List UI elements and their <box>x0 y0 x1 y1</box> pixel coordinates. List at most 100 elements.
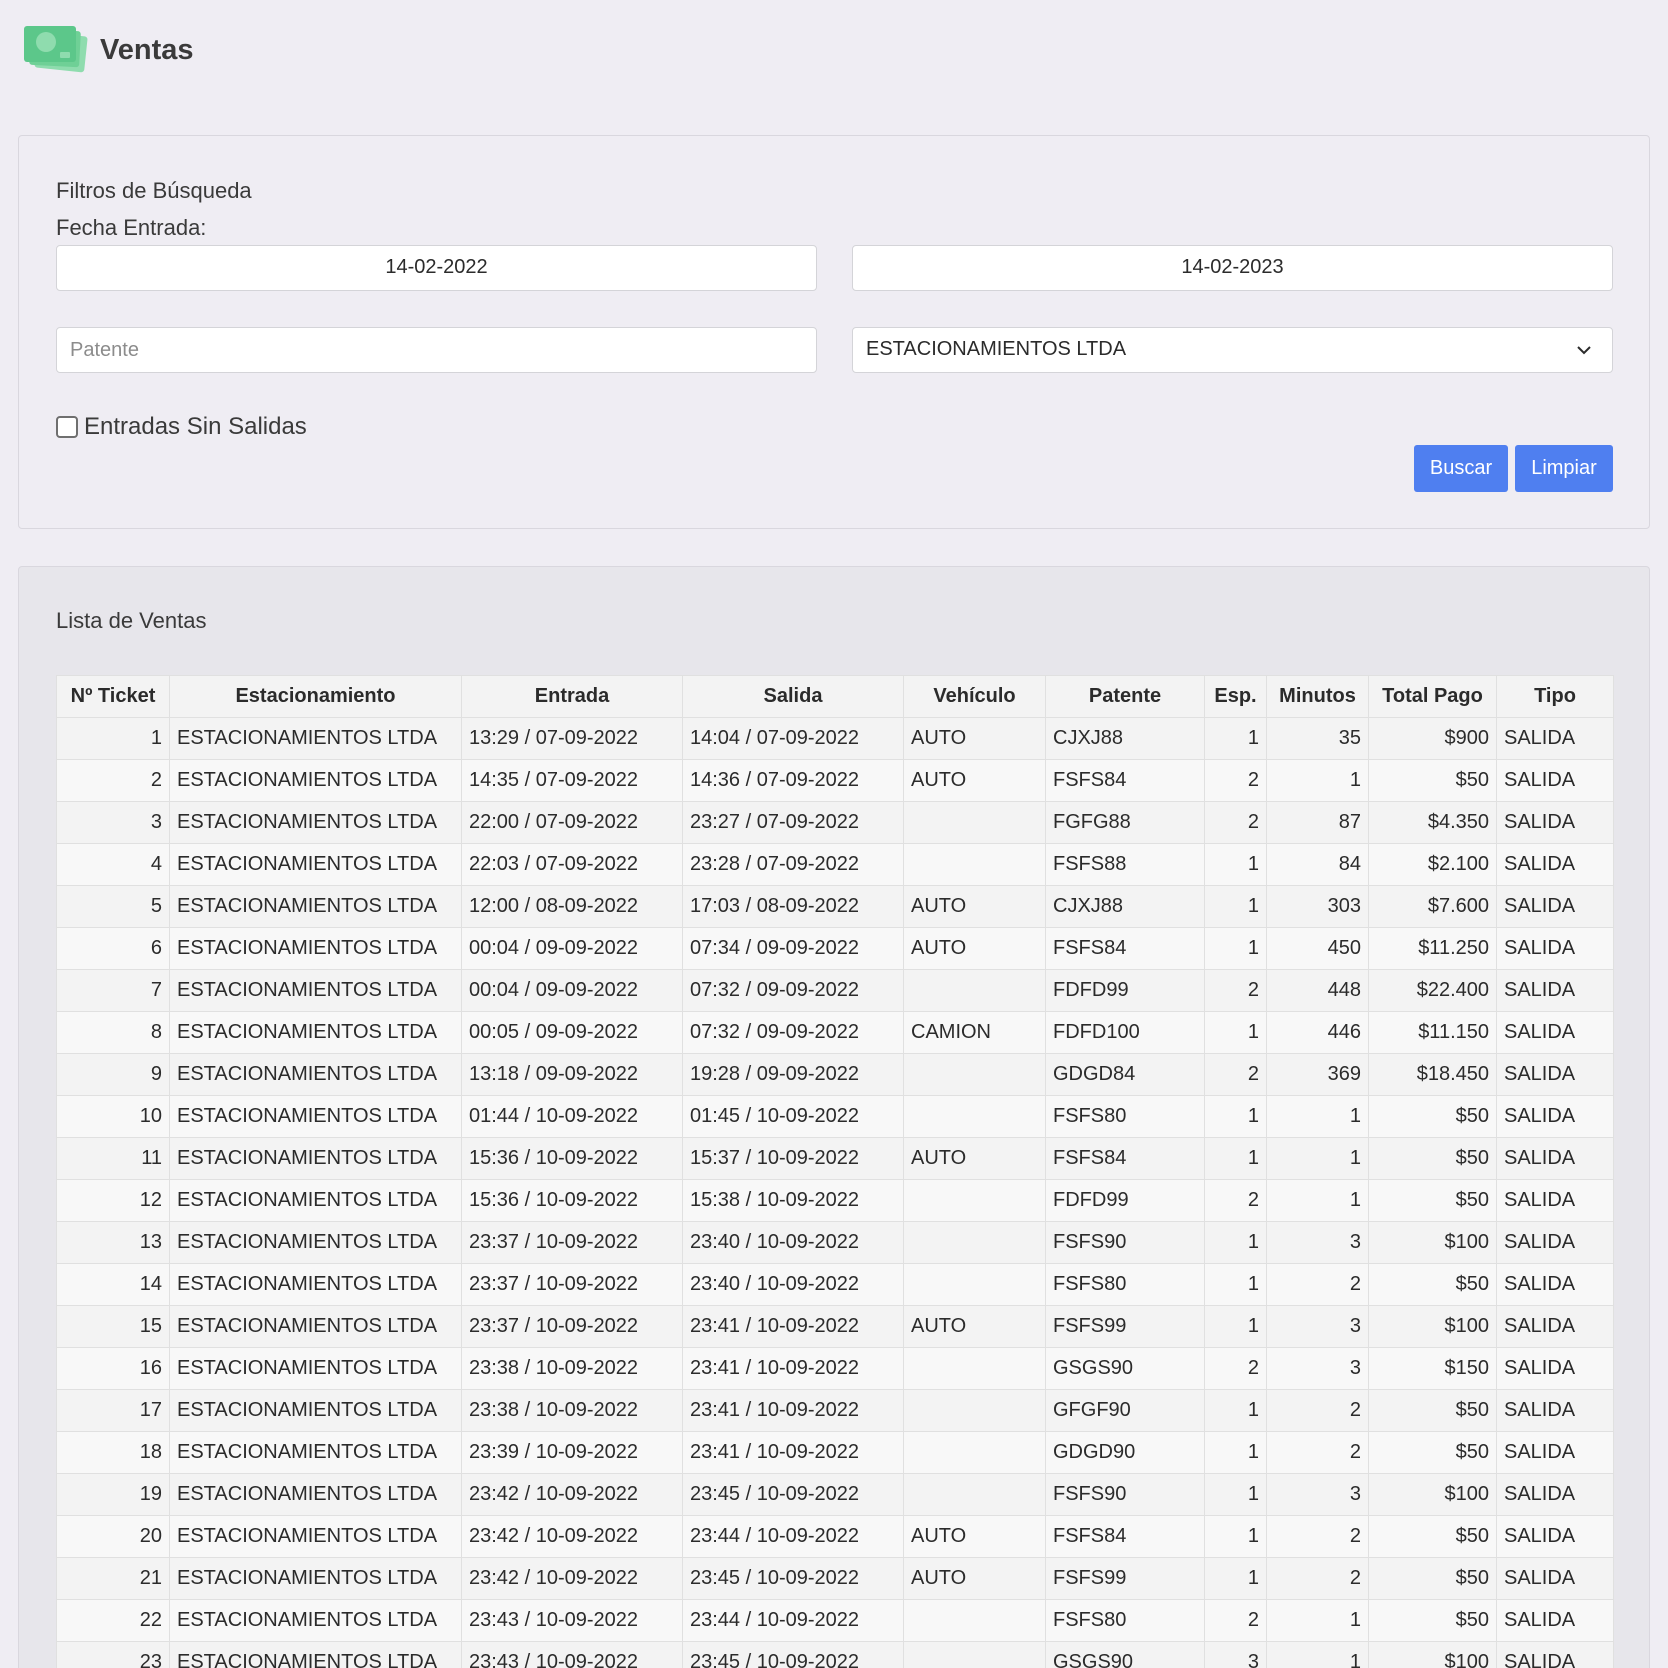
cell-salida: 23:45 / 10-09-2022 <box>682 1641 904 1668</box>
date-from-input[interactable]: 14-02-2022 <box>56 245 817 291</box>
cell-patente: FSFS80 <box>1045 1095 1205 1138</box>
cell-salida: 23:41 / 10-09-2022 <box>682 1389 904 1432</box>
cell-vehiculo: AUTO <box>903 1515 1046 1558</box>
table-row[interactable]: 16 ESTACIONAMIENTOS LTDA 23:38 / 10-09-202… <box>56 1347 1614 1390</box>
entradas-sin-salidas-checkbox[interactable] <box>56 416 78 438</box>
cell-tipo: SALIDA <box>1496 969 1614 1012</box>
cell-estacionamiento: ESTACIONAMIENTOS LTDA <box>169 1053 462 1096</box>
column-header-esp[interactable]: Esp. <box>1204 675 1267 718</box>
cell-ticket: 19 <box>56 1473 170 1516</box>
table-row[interactable]: 6 ESTACIONAMIENTOS LTDA 00:04 / 09-09-2022… <box>56 927 1614 970</box>
cell-estacionamiento: ESTACIONAMIENTOS LTDA <box>169 717 462 760</box>
table-row[interactable]: 4 ESTACIONAMIENTOS LTDA 22:03 / 07-09-2022… <box>56 843 1614 886</box>
cell-vehiculo: AUTO <box>903 927 1046 970</box>
cell-patente: FSFS90 <box>1045 1221 1205 1264</box>
cell-entrada: 13:18 / 09-09-2022 <box>461 1053 683 1096</box>
cell-patente: FSFS90 <box>1045 1473 1205 1516</box>
cell-salida: 07:34 / 09-09-2022 <box>682 927 904 970</box>
cell-minutos: 2 <box>1266 1263 1369 1306</box>
table-row[interactable]: 12 ESTACIONAMIENTOS LTDA 15:36 / 10-09-202… <box>56 1179 1614 1222</box>
cell-estacionamiento: ESTACIONAMIENTOS LTDA <box>169 1347 462 1390</box>
cell-esp: 1 <box>1204 927 1267 970</box>
table-header-row: Nº Ticket Estacionamiento Entrada Salida Veh… <box>56 675 1614 718</box>
column-header-tipo[interactable]: Tipo <box>1496 675 1614 718</box>
table-row[interactable]: 19 ESTACIONAMIENTOS LTDA 23:42 / 10-09-202… <box>56 1473 1614 1516</box>
sales-table: Nº Ticket Estacionamiento Entrada Salida Veh… <box>56 675 1614 1668</box>
cell-minutos: 1 <box>1266 759 1369 802</box>
entradas-sin-salidas-option[interactable]: Entradas Sin Salidas <box>56 413 307 441</box>
column-header-ticket[interactable]: Nº Ticket <box>56 675 170 718</box>
clear-button[interactable]: Limpiar <box>1515 445 1613 492</box>
table-row[interactable]: 7 ESTACIONAMIENTOS LTDA 00:04 / 09-09-2022… <box>56 969 1614 1012</box>
cell-total-pago: $11.150 <box>1368 1011 1497 1054</box>
column-header-estacionamiento[interactable]: Estacionamiento <box>169 675 462 718</box>
table-row[interactable]: 13 ESTACIONAMIENTOS LTDA 23:37 / 10-09-202… <box>56 1221 1614 1264</box>
column-header-minutos[interactable]: Minutos <box>1266 675 1369 718</box>
table-row[interactable]: 15 ESTACIONAMIENTOS LTDA 23:37 / 10-09-202… <box>56 1305 1614 1348</box>
patente-input[interactable] <box>56 327 817 373</box>
estacionamiento-select[interactable]: ESTACIONAMIENTOS LTDA <box>852 327 1613 373</box>
cell-ticket: 5 <box>56 885 170 928</box>
cell-esp: 1 <box>1204 1473 1267 1516</box>
column-header-entrada[interactable]: Entrada <box>461 675 683 718</box>
column-header-patente[interactable]: Patente <box>1045 675 1205 718</box>
table-row[interactable]: 5 ESTACIONAMIENTOS LTDA 12:00 / 08-09-2022… <box>56 885 1614 928</box>
cell-salida: 14:04 / 07-09-2022 <box>682 717 904 760</box>
table-row[interactable]: 10 ESTACIONAMIENTOS LTDA 01:44 / 10-09-202… <box>56 1095 1614 1138</box>
cell-vehiculo <box>903 1179 1046 1222</box>
cell-esp: 1 <box>1204 1263 1267 1306</box>
cell-salida: 23:40 / 10-09-2022 <box>682 1263 904 1306</box>
cell-total-pago: $4.350 <box>1368 801 1497 844</box>
cell-ticket: 21 <box>56 1557 170 1600</box>
cell-esp: 2 <box>1204 801 1267 844</box>
cell-ticket: 11 <box>56 1137 170 1180</box>
cell-minutos: 1 <box>1266 1641 1369 1668</box>
cell-entrada: 23:43 / 10-09-2022 <box>461 1599 683 1642</box>
table-row[interactable]: 11 ESTACIONAMIENTOS LTDA 15:36 / 10-09-202… <box>56 1137 1614 1180</box>
cell-ticket: 4 <box>56 843 170 886</box>
date-to-input[interactable]: 14-02-2023 <box>852 245 1613 291</box>
cell-entrada: 23:42 / 10-09-2022 <box>461 1473 683 1516</box>
column-header-total-pago[interactable]: Total Pago <box>1368 675 1497 718</box>
table-row[interactable]: 14 ESTACIONAMIENTOS LTDA 23:37 / 10-09-202… <box>56 1263 1614 1306</box>
cell-esp: 1 <box>1204 1515 1267 1558</box>
cell-entrada: 23:37 / 10-09-2022 <box>461 1305 683 1348</box>
cell-entrada: 23:42 / 10-09-2022 <box>461 1557 683 1600</box>
table-row[interactable]: 8 ESTACIONAMIENTOS LTDA 00:05 / 09-09-2022… <box>56 1011 1614 1054</box>
table-row[interactable]: 18 ESTACIONAMIENTOS LTDA 23:39 / 10-09-202… <box>56 1431 1614 1474</box>
table-row[interactable]: 17 ESTACIONAMIENTOS LTDA 23:38 / 10-09-202… <box>56 1389 1614 1432</box>
cell-total-pago: $100 <box>1368 1305 1497 1348</box>
table-row[interactable]: 21 ESTACIONAMIENTOS LTDA 23:42 / 10-09-202… <box>56 1557 1614 1600</box>
table-row[interactable]: 1 ESTACIONAMIENTOS LTDA 13:29 / 07-09-2022… <box>56 717 1614 760</box>
cell-salida: 15:38 / 10-09-2022 <box>682 1179 904 1222</box>
cell-esp: 2 <box>1204 1179 1267 1222</box>
cell-minutos: 303 <box>1266 885 1369 928</box>
table-row[interactable]: 20 ESTACIONAMIENTOS LTDA 23:42 / 10-09-202… <box>56 1515 1614 1558</box>
cell-salida: 23:41 / 10-09-2022 <box>682 1305 904 1348</box>
cell-esp: 1 <box>1204 1221 1267 1264</box>
money-icon <box>24 26 88 73</box>
table-row[interactable]: 22 ESTACIONAMIENTOS LTDA 23:43 / 10-09-202… <box>56 1599 1614 1642</box>
cell-salida: 07:32 / 09-09-2022 <box>682 1011 904 1054</box>
cell-ticket: 10 <box>56 1095 170 1138</box>
column-header-salida[interactable]: Salida <box>682 675 904 718</box>
cell-entrada: 23:37 / 10-09-2022 <box>461 1221 683 1264</box>
cell-patente: FSFS84 <box>1045 927 1205 970</box>
cell-tipo: SALIDA <box>1496 1557 1614 1600</box>
search-filters-panel: Filtros de Búsqueda Fecha Entrada: 14-02… <box>18 135 1650 529</box>
cell-estacionamiento: ESTACIONAMIENTOS LTDA <box>169 1641 462 1668</box>
cell-entrada: 00:04 / 09-09-2022 <box>461 969 683 1012</box>
cell-estacionamiento: ESTACIONAMIENTOS LTDA <box>169 1305 462 1348</box>
cell-esp: 1 <box>1204 1557 1267 1600</box>
table-row[interactable]: 2 ESTACIONAMIENTOS LTDA 14:35 / 07-09-2022… <box>56 759 1614 802</box>
cell-esp: 1 <box>1204 843 1267 886</box>
column-header-vehiculo[interactable]: Vehículo <box>903 675 1046 718</box>
cell-entrada: 15:36 / 10-09-2022 <box>461 1179 683 1222</box>
search-button[interactable]: Buscar <box>1414 445 1508 492</box>
cell-salida: 23:45 / 10-09-2022 <box>682 1557 904 1600</box>
table-row[interactable]: 9 ESTACIONAMIENTOS LTDA 13:18 / 09-09-2022… <box>56 1053 1614 1096</box>
table-row[interactable]: 3 ESTACIONAMIENTOS LTDA 22:00 / 07-09-2022… <box>56 801 1614 844</box>
table-row[interactable]: 23 ESTACIONAMIENTOS LTDA 23:43 / 10-09-202… <box>56 1641 1614 1668</box>
cell-patente: FSFS84 <box>1045 759 1205 802</box>
cell-minutos: 1 <box>1266 1095 1369 1138</box>
